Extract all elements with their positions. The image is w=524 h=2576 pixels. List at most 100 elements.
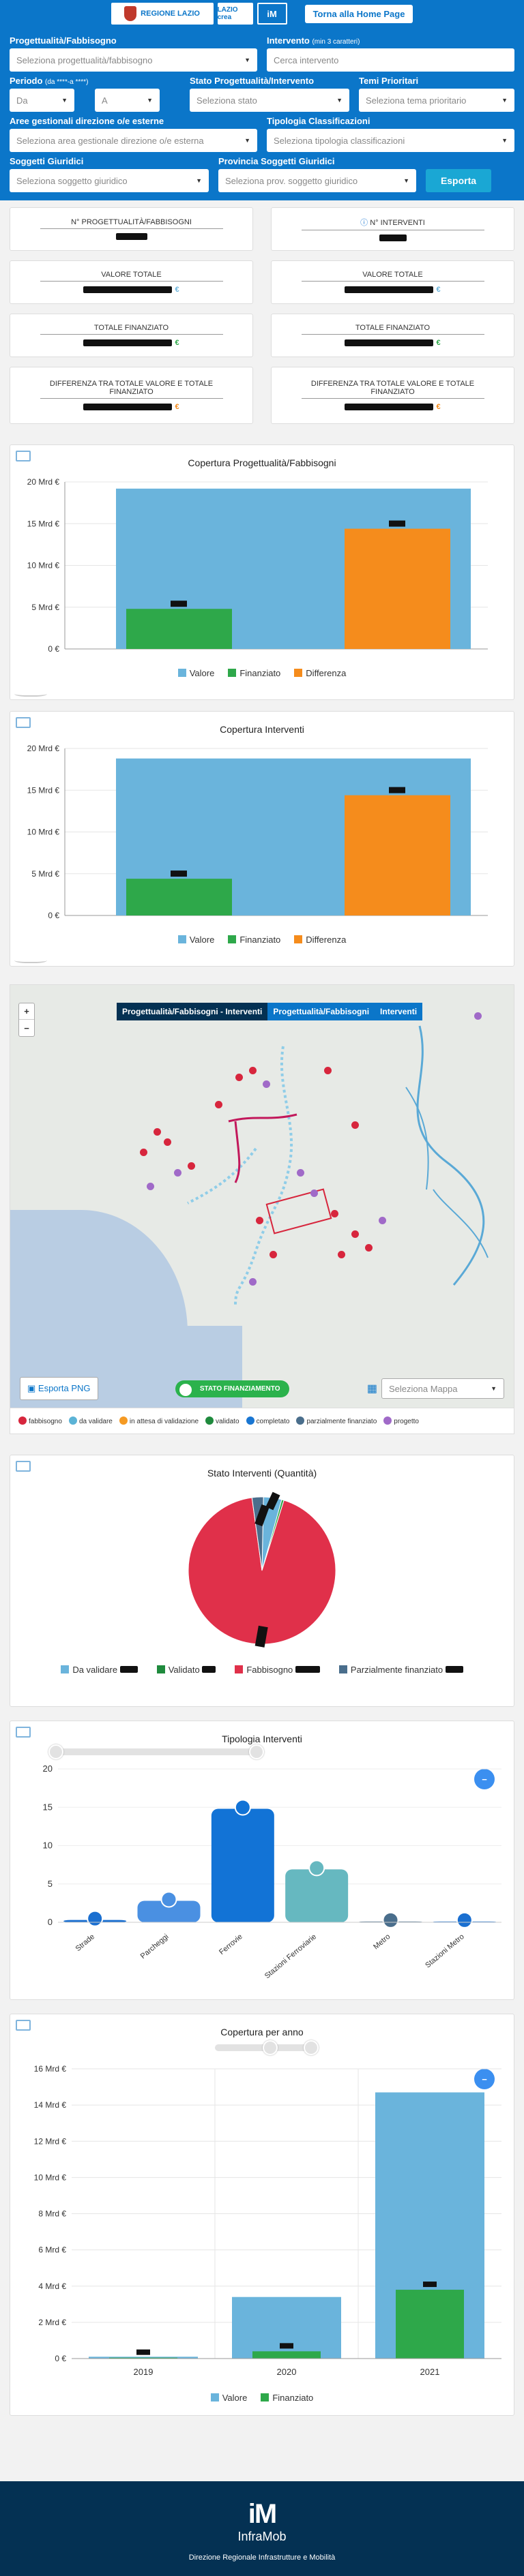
chart-card-stato-interventi: Stato Interventi (Quantità) Da validare … [10, 1455, 514, 1707]
legend-dot [68, 1416, 77, 1425]
y-tick-label: 2 Mrd € [38, 2318, 66, 2327]
chart-title: Tipologia Interventi [222, 1733, 302, 1744]
chevron-down-icon: ▼ [501, 97, 508, 104]
map-marker[interactable] [249, 1278, 257, 1286]
expand-icon[interactable] [16, 717, 31, 728]
legend-parzialmente: Parzialmente finanziato [338, 1665, 463, 1675]
kpi-differenza-2: DIFFERENZA TRA TOTALE VALORE E TOTALE FI… [271, 367, 514, 424]
stato-finanziamento-toggle[interactable]: STATO FINANZIAMENTO [175, 1380, 290, 1397]
periodo-da-select[interactable]: Da ▼ [10, 89, 74, 112]
intervento-label: Intervento (min 3 caratteri) [267, 35, 360, 46]
x-tick-label: 2020 [277, 2367, 297, 2377]
intervento-search-input[interactable]: Cerca intervento [267, 48, 514, 72]
temi-select[interactable]: Seleziona tema prioritario ▼ [359, 89, 514, 112]
legend-dot [205, 1416, 214, 1425]
map-marker[interactable] [174, 1169, 181, 1177]
slider-handle[interactable] [304, 2040, 319, 2055]
y-tick-label: 5 [48, 1879, 53, 1889]
map-marker[interactable] [140, 1149, 147, 1156]
map-legend-item: fabbisogno [18, 1416, 62, 1425]
category-icon [456, 1911, 473, 1928]
range-slider[interactable] [215, 2040, 319, 2055]
regione-lazio-logo: REGIONE LAZIO [111, 3, 214, 25]
map-view[interactable]: + − Progettualità/Fabbisogni - Intervent… [10, 984, 514, 1408]
pie-chart-stato [188, 1491, 336, 1648]
x-tick-label: Stazioni Ferroviarie [263, 1933, 318, 1980]
slider-handle[interactable] [263, 2040, 278, 2055]
stato-select[interactable]: Seleziona stato ▼ [190, 89, 349, 112]
crest-icon [124, 6, 137, 21]
map-legend-item: in attesa di validazione [119, 1416, 199, 1425]
legend-finanziato: Finanziato [261, 2393, 313, 2403]
footer: iM InfraMob Direzione Regionale Infrastr… [0, 2481, 524, 2576]
chart-title: Copertura Progettualità/Fabbisogni [188, 457, 336, 468]
map-marker[interactable] [338, 1251, 345, 1258]
legend-fabbisogno: Fabbisogno [235, 1665, 320, 1675]
progettualita-select[interactable]: Seleziona progettualità/fabbisogno ▼ [10, 48, 257, 72]
y-tick-label: 10 Mrd € [27, 561, 60, 571]
expand-icon[interactable] [16, 451, 31, 461]
export-button[interactable]: Esporta [426, 169, 491, 192]
map-marker[interactable] [256, 1217, 263, 1224]
map-marker[interactable] [249, 1067, 257, 1074]
map-marker[interactable] [235, 1074, 243, 1081]
y-tick-label: 8 Mrd € [38, 2209, 66, 2219]
y-tick-label: 10 Mrd € [34, 2172, 67, 2182]
tipologia-select[interactable]: Seleziona tipologia classificazioni ▼ [267, 129, 514, 152]
chevron-down-icon: ▼ [403, 177, 409, 184]
map-marker[interactable] [147, 1183, 154, 1190]
expand-icon[interactable] [16, 2020, 31, 2031]
map-marker[interactable] [351, 1121, 359, 1129]
y-tick-label: 15 Mrd € [27, 519, 60, 528]
periodo-a-select[interactable]: A ▼ [95, 89, 160, 112]
image-icon: ▣ [27, 1383, 38, 1393]
legend-label: validato [216, 1418, 239, 1425]
map-marker[interactable] [331, 1210, 338, 1217]
chart-card-tipologia: Tipologia Interventi − 0 5 10 15 20 Strade Par… [10, 1721, 514, 2000]
soggetti-select[interactable]: Seleziona soggetto giuridico ▼ [10, 169, 209, 192]
chevron-down-icon: ▼ [244, 137, 250, 144]
map-select[interactable]: Seleziona Mappa ▼ [381, 1378, 504, 1399]
home-page-button[interactable]: Torna alla Home Page [304, 4, 413, 23]
map-marker[interactable] [310, 1189, 318, 1197]
kpi-n-interventi: ⓘ N° INTERVENTI [271, 207, 514, 251]
kpi-totale-finanziato: TOTALE FINANZIATO € [10, 314, 253, 357]
map-marker[interactable] [379, 1217, 386, 1224]
y-tick-label: 10 [43, 1840, 53, 1851]
bar-chart-anno: 0 € 2 Mrd € 4 Mrd € 6 Mrd € 8 Mrd € 10 Mrd € 1… [34, 2064, 501, 2377]
map-marker[interactable] [351, 1230, 359, 1238]
slider-handle[interactable] [48, 1744, 63, 1759]
map-legend-item: da validare [68, 1416, 113, 1425]
x-tick-label: Stazioni Metro [424, 1933, 466, 1969]
map-icon: ▦ [366, 1383, 377, 1395]
aree-select[interactable]: Seleziona area gestionale direzione o/e … [10, 129, 257, 152]
periodo-label: Periodo (da ****-a ****) [10, 76, 89, 86]
expand-icon[interactable] [16, 1461, 31, 1472]
map-marker[interactable] [215, 1101, 222, 1108]
legend-dot [246, 1416, 254, 1425]
x-tick-label: Ferrovie [218, 1933, 244, 1956]
map-marker[interactable] [154, 1128, 161, 1136]
expand-icon[interactable] [16, 1727, 31, 1738]
bar-chart-interventi: 0 € 5 Mrd € 10 Mrd € 15 Mrd € 20 Mrd € [27, 744, 488, 920]
map-marker[interactable] [270, 1251, 277, 1258]
map-marker[interactable] [474, 1012, 482, 1020]
map-marker[interactable] [365, 1244, 373, 1252]
legend-dot [383, 1416, 392, 1425]
range-slider[interactable] [48, 1744, 264, 1759]
map-marker[interactable] [164, 1138, 171, 1146]
bar-valore-2020 [232, 2297, 341, 2359]
export-png-button[interactable]: ▣ Esporta PNG [20, 1377, 98, 1400]
map-marker[interactable] [263, 1080, 270, 1088]
watermark [14, 690, 47, 697]
kpi-valore-totale-2: VALORE TOTALE € [271, 260, 514, 304]
data-label [423, 2282, 437, 2288]
lazio-crea-logo: LAZIO crea [217, 3, 253, 25]
map-marker[interactable] [324, 1067, 332, 1074]
provincia-select[interactable]: Seleziona prov. soggetto giuridico ▼ [218, 169, 416, 192]
bar-finanziato-2020 [252, 2351, 321, 2359]
map-marker[interactable] [188, 1162, 195, 1170]
slider-handle[interactable] [249, 1744, 264, 1759]
x-tick-label: 2021 [420, 2367, 440, 2377]
map-marker[interactable] [297, 1169, 304, 1177]
